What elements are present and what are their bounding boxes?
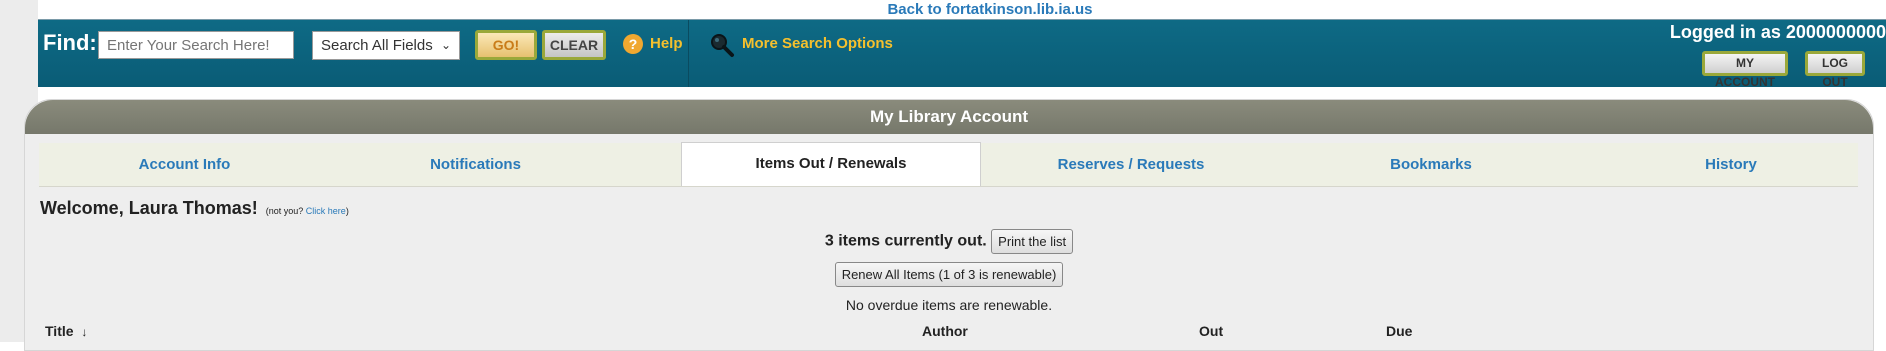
column-header-out[interactable]: Out — [1199, 323, 1223, 339]
welcome-message: Welcome, Laura Thomas! (not you? Click h… — [40, 198, 349, 219]
help-link[interactable]: Help — [650, 35, 683, 52]
tab-bookmarks[interactable]: Bookmarks — [1281, 143, 1581, 186]
magnifier-icon[interactable] — [708, 32, 736, 58]
logout-button[interactable]: LOG OUT — [1805, 51, 1865, 89]
column-header-due[interactable]: Due — [1386, 323, 1412, 339]
welcome-text: Welcome, Laura Thomas! — [40, 198, 258, 218]
my-account-button[interactable]: MY ACCOUNT — [1702, 51, 1788, 89]
chevron-down-icon: ⌄ — [440, 38, 451, 52]
go-button[interactable]: GO! — [475, 30, 537, 60]
search-toolbar: Find: Search All Fields ⌄ GO! CLEAR ? He… — [38, 19, 1886, 89]
no-overdue-note: No overdue items are renewable. — [845, 297, 1053, 313]
not-you-suffix: ) — [345, 206, 349, 216]
clear-button[interactable]: CLEAR — [542, 30, 606, 60]
help-icon[interactable]: ? — [623, 34, 643, 54]
more-search-options-link[interactable]: More Search Options — [742, 35, 893, 52]
search-field-select[interactable]: Search All Fields ⌄ — [312, 31, 460, 60]
tab-reserves-requests[interactable]: Reserves / Requests — [981, 143, 1281, 186]
back-to-site-link[interactable]: Back to fortatkinson.lib.ia.us — [0, 1, 1886, 18]
search-input[interactable] — [98, 31, 294, 59]
sort-arrow-icon: ↓ — [81, 325, 88, 339]
renew-all-button[interactable]: Renew All Items (1 of 3 is renewable) — [834, 262, 1064, 287]
tab-items-out-renewals[interactable]: Items Out / Renewals — [681, 142, 981, 186]
not-you-note: (not you? Click here) — [266, 206, 349, 216]
tab-history[interactable]: History — [1581, 143, 1881, 186]
toolbar-divider — [688, 20, 689, 87]
items-out-summary: 3 items currently out. Print the list — [25, 229, 1873, 254]
items-count-text: 3 items currently out. — [824, 232, 987, 250]
click-here-link[interactable]: Click here — [306, 206, 346, 216]
library-account-panel: My Library Account Account Info Notifica… — [24, 99, 1874, 351]
find-label: Find: — [43, 30, 97, 55]
column-title-label: Title — [45, 323, 74, 339]
tab-account-info[interactable]: Account Info — [39, 143, 330, 186]
search-field-select-value: Search All Fields — [321, 37, 433, 54]
print-list-button[interactable]: Print the list — [991, 229, 1074, 254]
logged-in-status: Logged in as 2000000000 — [1669, 22, 1886, 42]
column-header-title[interactable]: Title ↓ — [45, 323, 87, 339]
tab-notifications[interactable]: Notifications — [330, 143, 621, 186]
account-tabs: Account Info Notifications Items Out / R… — [39, 142, 1858, 187]
renew-row: Renew All Items (1 of 3 is renewable) — [25, 262, 1873, 287]
panel-title: My Library Account — [25, 100, 1873, 134]
column-header-author[interactable]: Author — [922, 323, 968, 339]
not-you-prefix: (not you? — [265, 206, 304, 216]
